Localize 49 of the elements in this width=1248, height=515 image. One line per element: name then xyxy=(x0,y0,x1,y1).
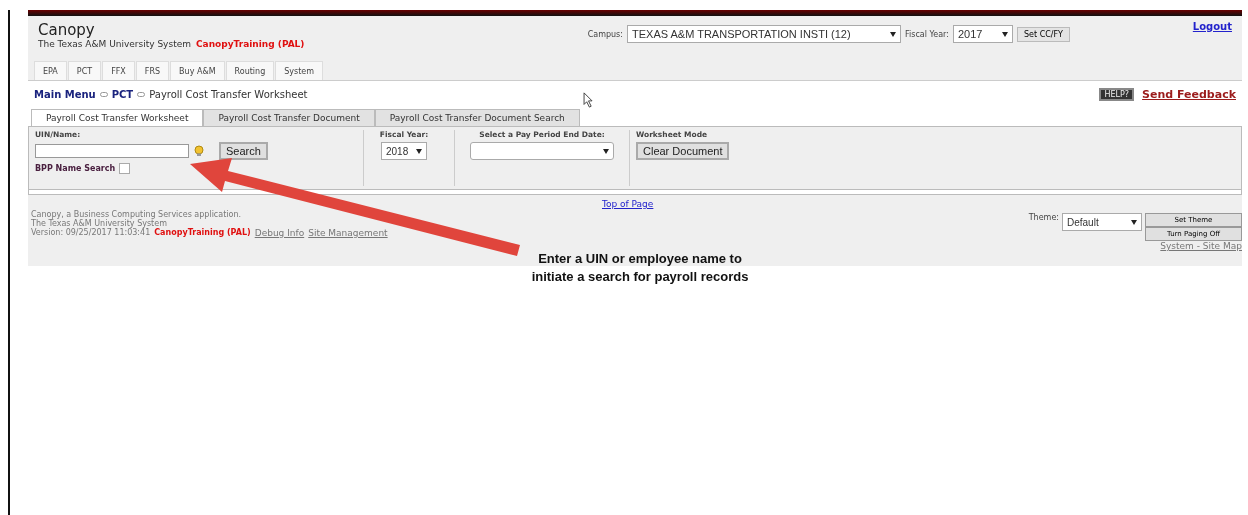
uin-input-field[interactable] xyxy=(35,144,189,158)
org-name: The Texas A&M University System xyxy=(38,39,191,49)
fiscal-year-select[interactable]: 2017 xyxy=(952,25,1013,43)
nav-tab[interactable]: Routing xyxy=(225,61,275,80)
campus-select[interactable]: TEXAS A&M TRANSPORTATION INSTI (12) xyxy=(627,25,901,43)
debug-info-link[interactable]: Debug Info xyxy=(254,228,305,238)
bpp-name-search-checkbox[interactable] xyxy=(119,163,131,174)
page-tab[interactable]: Payroll Cost Transfer Document xyxy=(203,109,375,126)
fiscal-year-select[interactable]: 2018 xyxy=(381,142,427,160)
clear-document-button[interactable]: Clear Document xyxy=(636,142,730,160)
caret-icon xyxy=(890,31,896,37)
theme-label: Theme: xyxy=(1028,213,1059,222)
logout-link[interactable]: Logout xyxy=(1192,21,1232,32)
footer-text: The Texas A&M University System xyxy=(31,219,167,228)
caret-icon xyxy=(416,148,422,154)
breadcrumb-current: Payroll Cost Transfer Worksheet xyxy=(149,88,308,100)
top-of-page-link[interactable]: Top of Page xyxy=(602,199,654,209)
lightbulb-icon[interactable] xyxy=(193,145,205,157)
environment-label: CanopyTraining (PAL) xyxy=(154,228,251,238)
fiscal-year-label: Fiscal Year: xyxy=(905,29,949,39)
caret-icon xyxy=(603,148,609,154)
feedback-link[interactable]: Send Feedback xyxy=(1142,87,1236,101)
help-button[interactable]: HELP? xyxy=(1099,87,1135,101)
campus-label: Campus: xyxy=(587,29,623,39)
nav-tab[interactable]: PCT xyxy=(67,61,102,80)
breadcrumb-link[interactable]: Main Menu xyxy=(34,88,96,100)
site-management-link[interactable]: Site Management xyxy=(308,228,388,238)
page-tab[interactable]: Payroll Cost Transfer Document Search xyxy=(374,109,580,126)
pay-period-select[interactable] xyxy=(470,142,614,160)
page-tab[interactable]: Payroll Cost Transfer Worksheet xyxy=(31,109,204,126)
nav-tab[interactable]: FFX xyxy=(102,61,135,80)
app-title: Canopy xyxy=(38,21,96,39)
mouse-pointer-icon xyxy=(583,92,594,108)
search-button[interactable]: Search xyxy=(219,142,268,160)
breadcrumb-link[interactable]: PCT xyxy=(111,88,134,100)
site-map-link[interactable]: System - Site Map xyxy=(1160,241,1242,251)
theme-select[interactable]: Default xyxy=(1062,213,1142,231)
version-text: Version: 09/25/2017 11:03:41 xyxy=(31,228,151,238)
caret-icon xyxy=(1001,31,1008,37)
caret-icon xyxy=(1131,219,1137,225)
environment-label: CanopyTraining (PAL) xyxy=(195,39,305,49)
nav-tab[interactable]: System xyxy=(275,61,324,80)
nav-tab[interactable]: FRS xyxy=(135,61,170,80)
bpp-name-search-label: BPP Name Search xyxy=(35,164,116,173)
nav-tab[interactable]: Buy A&M xyxy=(170,61,225,80)
callout-text: Enter a UIN or employee name to initiate a search for payroll records xyxy=(530,250,750,286)
footer-text: Canopy, a Business Computing Services application. xyxy=(31,210,243,219)
set-campus-button[interactable]: Set CC/FY xyxy=(1016,26,1070,42)
nav-tab[interactable]: EPA xyxy=(34,61,67,80)
